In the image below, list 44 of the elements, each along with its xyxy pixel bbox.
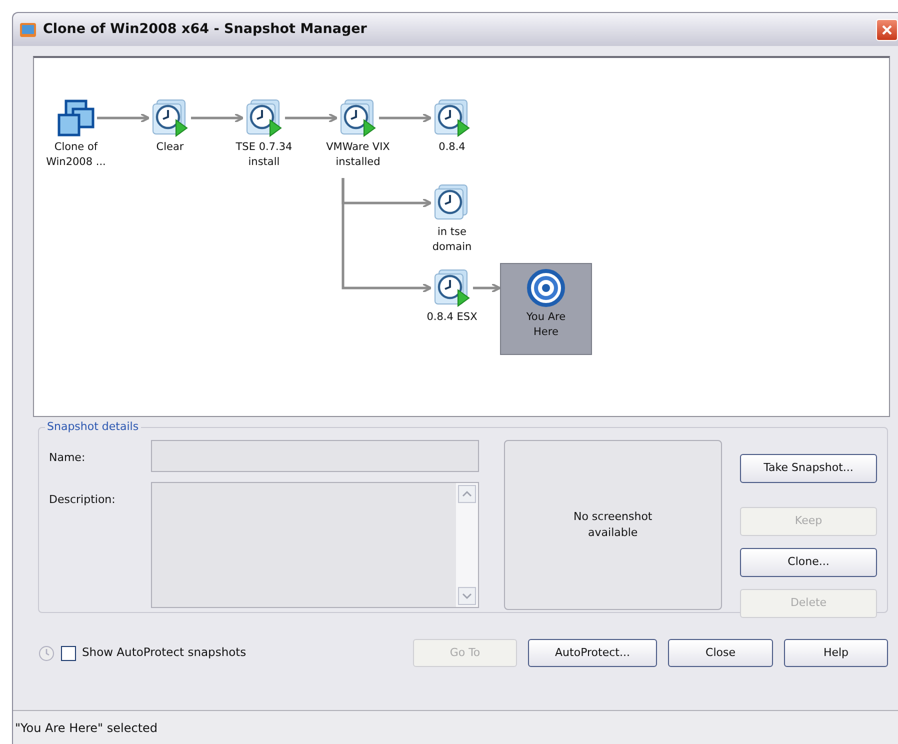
scroll-up-icon[interactable] <box>458 485 476 503</box>
connector-arrow <box>285 113 338 123</box>
snapshot-label: in tse domain <box>432 225 472 255</box>
connector-arrow <box>379 113 432 123</box>
description-field[interactable] <box>151 482 479 608</box>
checkbox[interactable] <box>61 646 76 660</box>
snapshot-node[interactable]: Clone of Win2008 ... <box>30 98 122 170</box>
target-icon <box>526 268 566 308</box>
dialog-button[interactable]: Close <box>668 639 773 667</box>
app-icon <box>19 22 37 38</box>
snapshot-node[interactable]: 0.8.4 ESX <box>406 268 498 325</box>
snapshot-label: 0.8.4 ESX <box>426 310 478 325</box>
group-legend: Snapshot details <box>45 419 141 436</box>
selected-snapshot[interactable]: You Are Here <box>500 263 592 355</box>
dialog-button[interactable]: Help <box>784 639 888 667</box>
snapshot-node[interactable]: VMWare VIX installed <box>312 98 404 170</box>
scroll-down-icon[interactable] <box>458 587 476 605</box>
snapshot-node[interactable]: TSE 0.7.34 install <box>218 98 310 170</box>
virtual-machine-icon <box>56 98 96 138</box>
snapshot-label: You Are Here <box>526 310 566 340</box>
description-label: Description: <box>49 492 116 508</box>
window-title: Clone of Win2008 x64 - Snapshot Manager <box>43 20 367 40</box>
close-button[interactable] <box>876 18 898 40</box>
snapshot-label: 0.8.4 <box>438 140 466 155</box>
action-button[interactable]: Take Snapshot... <box>740 454 877 483</box>
preview-text: No screenshot available <box>573 508 652 541</box>
snapshot-label: TSE 0.7.34 install <box>236 140 292 170</box>
name-field[interactable] <box>151 440 479 472</box>
snapshot-node[interactable]: in tse domain <box>406 183 498 255</box>
connector-arrow <box>473 283 501 293</box>
snapshot-label: Clone of Win2008 ... <box>46 140 106 170</box>
snapshot-node[interactable]: 0.8.4 <box>406 98 498 155</box>
close-icon <box>881 24 893 36</box>
snapshot-label: Clear <box>156 140 184 155</box>
dialog-button[interactable]: AutoProtect... <box>528 639 657 667</box>
name-label: Name: <box>49 450 86 466</box>
connector-arrow <box>97 113 150 123</box>
action-button[interactable]: Clone... <box>740 548 877 577</box>
snapshot-node[interactable]: Clear <box>124 98 216 155</box>
snapshot-label: VMWare VIX installed <box>326 140 390 170</box>
history-icon <box>38 644 55 662</box>
status-text: "You Are Here" selected <box>15 720 158 736</box>
connector-arrow <box>191 113 244 123</box>
checkbox-label[interactable]: Show AutoProtect snapshots <box>82 644 246 662</box>
